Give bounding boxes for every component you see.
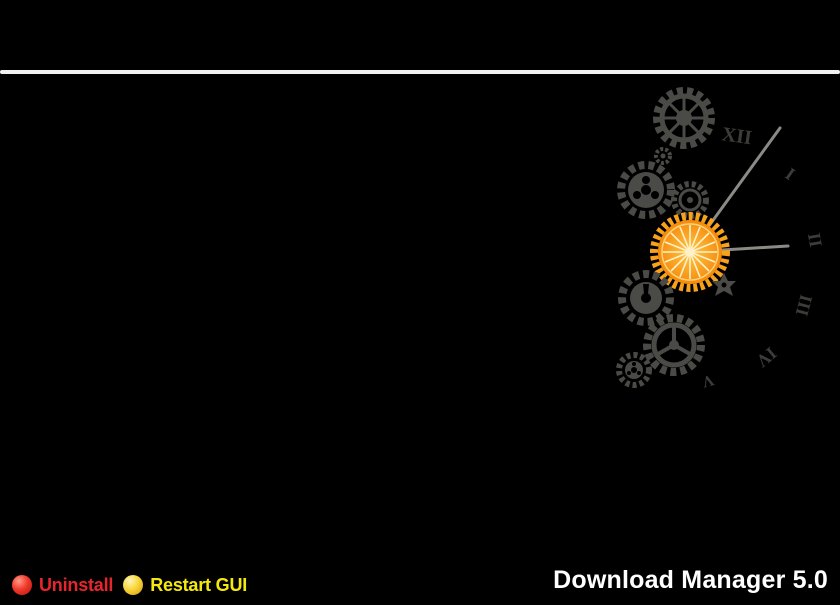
app-title: Download Manager 5.0 [553,566,828,594]
yellow-orb-icon [123,575,144,595]
numeral-v: V [700,371,716,391]
uninstall-label: Uninstall [39,574,114,595]
gear-right-small [671,181,709,219]
numeral-xii: XII [720,123,753,149]
gear-star [712,273,736,296]
gear-bottom [616,352,652,388]
numeral-i: I [782,164,799,184]
numeral-ii: II [804,231,826,248]
gear-left [617,161,675,219]
restart-gui-label: Restart GUI [150,574,248,595]
uninstall-button[interactable]: Uninstall [12,575,113,596]
clockwork-gears-icon: XII I II III IV V [600,80,840,400]
numeral-iii: III [792,293,817,318]
gear-top [653,87,715,149]
numeral-iv: IV [752,343,780,371]
gear-lower-center [643,314,705,376]
red-orb-icon [12,575,32,595]
footer-actions: Uninstall Restart GUI [12,573,257,597]
header-divider [0,70,840,74]
gear-lower-left [618,270,674,326]
gear-orange [650,212,730,292]
restart-gui-button[interactable]: Restart GUI [123,575,247,596]
gear-small-top [654,147,672,165]
